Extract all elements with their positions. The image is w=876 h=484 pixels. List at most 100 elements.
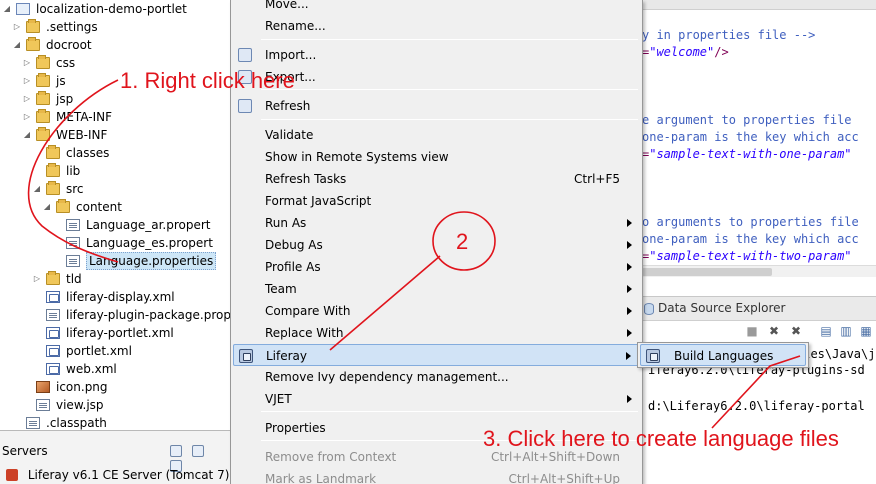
xml-file-icon [46, 327, 60, 339]
clear-console-icon[interactable]: ▤ [820, 325, 832, 337]
submenu-arrow-icon [627, 307, 632, 315]
tree-item[interactable]: Language_ar.propert [0, 216, 232, 234]
tree-item[interactable]: ◢ content [0, 198, 232, 216]
remove-launch-icon[interactable]: ✖ [768, 325, 780, 337]
tree-item[interactable]: icon.png [0, 378, 232, 396]
expand-arrow-icon[interactable]: ▷ [32, 270, 42, 288]
expand-arrow-icon[interactable]: ▷ [12, 18, 22, 36]
menu-item-build-languages[interactable]: Build Languages [640, 344, 806, 366]
menu-item-liferay[interactable]: Liferay [233, 344, 640, 366]
tree-item[interactable]: lib [0, 162, 232, 180]
tree-item[interactable]: ▷ META-INF [0, 108, 232, 126]
annotation-step-3: 3. Click here to create language files [483, 426, 839, 451]
data-source-explorer-tab[interactable]: Data Source Explorer [642, 297, 876, 321]
scroll-lock-icon[interactable]: ▥ [840, 325, 852, 337]
submenu-arrow-icon [626, 352, 631, 360]
folder-icon [36, 55, 50, 69]
tree-item[interactable]: ◢ src [0, 180, 232, 198]
tree-item[interactable]: ◢ docroot [0, 36, 232, 54]
tree-item-label: web.xml [66, 362, 117, 376]
collapse-icon[interactable] [170, 445, 182, 457]
tree-item[interactable]: classes [0, 144, 232, 162]
code-line: ="sample-text-with-two-param" [642, 248, 852, 265]
collapse-arrow-icon[interactable]: ◢ [32, 180, 42, 198]
tree-item[interactable]: Language_es.propert [0, 234, 232, 252]
tree-item[interactable]: view.jsp [0, 396, 232, 414]
tree-item[interactable]: ◢ localization-demo-portlet [0, 0, 232, 18]
tree-item[interactable]: portlet.xml [0, 342, 232, 360]
tree-item[interactable]: ▷ .settings [0, 18, 232, 36]
menu-item-refresh-tasks[interactable]: Refresh Tasks Ctrl+F5 [233, 168, 640, 190]
expand-arrow-icon[interactable]: ▷ [22, 54, 32, 72]
tree-item-label: Language_es.propert [86, 236, 213, 250]
tree-item-label: liferay-display.xml [66, 290, 175, 304]
expand-arrow-icon[interactable]: ▷ [22, 72, 32, 90]
code-editor[interactable]: y in properties file --> ="welcome"/> e ar… [642, 0, 876, 295]
menu-item-team[interactable]: Team [233, 278, 640, 300]
menu-item-import[interactable]: Import... [233, 44, 640, 66]
project-explorer-tree: ◢ localization-demo-portlet ▷ .settings ◢ doc… [0, 0, 232, 430]
tree-item-label: Language.properties [86, 252, 217, 270]
menu-separator [261, 411, 638, 412]
tree-item-label: localization-demo-portlet [36, 2, 187, 16]
tree-item-label: liferay-plugin-package.prop [66, 308, 231, 322]
folder-icon [56, 199, 70, 213]
tree-item[interactable]: liferay-portlet.xml [0, 324, 232, 342]
menu-item-profile-as[interactable]: Profile As [233, 256, 640, 278]
scrollbar-thumb[interactable] [642, 268, 772, 276]
collapse-arrow-icon[interactable]: ◢ [12, 36, 22, 54]
code-string: "sample-text-with-two-param" [649, 249, 852, 263]
expand-arrow-icon[interactable]: ▷ [22, 108, 32, 126]
collapse-arrow-icon[interactable]: ◢ [2, 0, 12, 18]
code-string: "welcome" [649, 45, 715, 59]
refresh-icon [238, 99, 252, 113]
menu-item-move[interactable]: Move... [233, 0, 640, 15]
menu-item-label: Show in Remote Systems view [265, 150, 449, 164]
remove-all-icon[interactable]: ✖ [790, 325, 802, 337]
menu-item-validate[interactable]: Validate [233, 124, 640, 146]
collapse-arrow-icon[interactable]: ◢ [22, 126, 32, 144]
console-line: d:\Liferay6.2.0\liferay-portal [648, 399, 865, 413]
pin-console-icon[interactable]: ▦ [860, 325, 872, 337]
menu-item-replace-with[interactable]: Replace With [233, 322, 640, 344]
tree-item[interactable]: web.xml [0, 360, 232, 378]
menu-item-mark-as-landmark[interactable]: Mark as Landmark Ctrl+Alt+Shift+Up [233, 468, 640, 484]
folder-icon [26, 19, 40, 33]
tree-item[interactable]: liferay-plugin-package.prop [0, 306, 232, 324]
menu-item-run-as[interactable]: Run As [233, 212, 640, 234]
tree-item[interactable]: ◢ WEB-INF [0, 126, 232, 144]
menu-item-vjet[interactable]: VJET [233, 388, 640, 410]
tree-item[interactable]: Language.properties [0, 252, 232, 270]
tree-item[interactable]: .classpath [0, 414, 232, 430]
menu-item-compare-with[interactable]: Compare With [233, 300, 640, 322]
collapse-arrow-icon[interactable]: ◢ [42, 198, 52, 216]
menu-item-rename[interactable]: Rename... [233, 15, 640, 37]
submenu-arrow-icon [627, 219, 632, 227]
server-entry[interactable]: Liferay v6.1 CE Server (Tomcat 7) at loc [6, 467, 266, 483]
liferay-icon [646, 349, 660, 363]
xml-file-icon [46, 291, 60, 303]
folder-icon [46, 163, 60, 177]
tree-item[interactable]: ▷ tld [0, 270, 232, 288]
tree-item[interactable]: liferay-display.xml [0, 288, 232, 306]
tree-item-label: js [56, 74, 66, 88]
folder-icon [36, 127, 50, 141]
menu-item-debug-as[interactable]: Debug As [233, 234, 640, 256]
servers-tab[interactable]: Servers [0, 441, 48, 461]
properties-file-icon [66, 255, 80, 267]
debug-icon[interactable] [191, 445, 204, 457]
code-string: "sample-text-with-one-param" [649, 147, 852, 161]
menu-item-label: Properties [265, 421, 326, 435]
menu-item-format-javascript[interactable]: Format JavaScript [233, 190, 640, 212]
server-icon [6, 469, 18, 481]
menu-item-refresh[interactable]: Refresh [233, 95, 640, 117]
menu-item-remove-ivy-dependency-management[interactable]: Remove Ivy dependency management... [233, 366, 640, 388]
code-line: y in properties file --> [642, 28, 816, 42]
expand-arrow-icon[interactable]: ▷ [22, 90, 32, 108]
menu-item-show-in-remote-systems-view[interactable]: Show in Remote Systems view [233, 146, 640, 168]
editor-horizontal-scrollbar[interactable] [642, 265, 876, 277]
terminate-icon[interactable]: ■ [746, 325, 758, 337]
import-icon [238, 48, 252, 62]
tree-item-label: .classpath [46, 416, 107, 430]
folder-icon [46, 271, 60, 285]
